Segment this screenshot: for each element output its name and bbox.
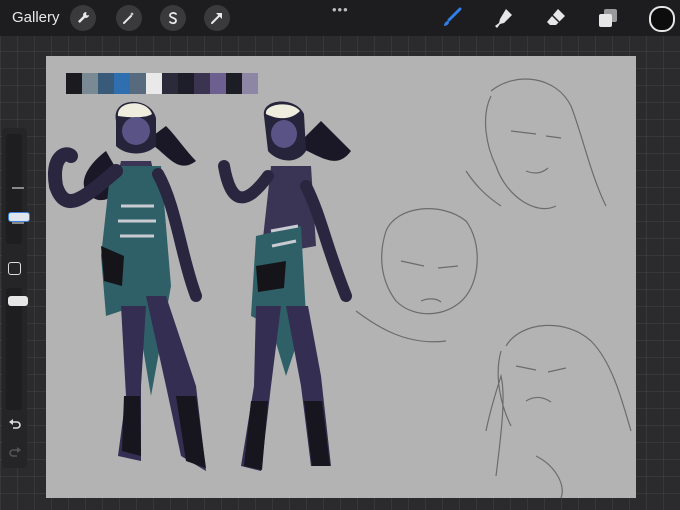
- layers-icon[interactable]: [596, 6, 620, 30]
- character-figure-side: [218, 101, 352, 471]
- opacity-slider[interactable]: [6, 288, 28, 410]
- slider-tick: [12, 222, 24, 224]
- actions-wrench-button[interactable]: [70, 5, 96, 31]
- undo-icon[interactable]: [8, 418, 22, 432]
- selection-icon: [169, 12, 177, 25]
- character-artwork: [48, 78, 632, 498]
- wrench-icon: [78, 12, 89, 23]
- brush-icon[interactable]: [440, 6, 464, 30]
- brush-size-handle[interactable]: [8, 212, 30, 222]
- brush-size-slider[interactable]: [6, 134, 30, 244]
- magic-wand-icon: [123, 12, 134, 24]
- drawing-canvas[interactable]: [46, 56, 636, 498]
- slider-tick: [12, 187, 24, 189]
- adjustments-button[interactable]: [116, 5, 142, 31]
- character-figure-front: [48, 101, 206, 471]
- more-menu-dots[interactable]: •••: [332, 2, 349, 17]
- color-picker-swatch[interactable]: [649, 6, 675, 32]
- selection-button[interactable]: [160, 5, 186, 31]
- top-toolbar: Gallery •••: [0, 0, 680, 36]
- redo-icon[interactable]: [8, 446, 22, 460]
- left-sidebar: [2, 128, 30, 468]
- eraser-icon[interactable]: [544, 6, 568, 30]
- transform-arrow-icon: [211, 13, 222, 24]
- gallery-button[interactable]: Gallery: [12, 9, 60, 26]
- modify-square-icon[interactable]: [8, 262, 21, 275]
- transform-button[interactable]: [204, 5, 230, 31]
- opacity-handle[interactable]: [8, 296, 28, 306]
- smudge-icon[interactable]: [492, 6, 516, 30]
- sketch-heads: [355, 78, 632, 498]
